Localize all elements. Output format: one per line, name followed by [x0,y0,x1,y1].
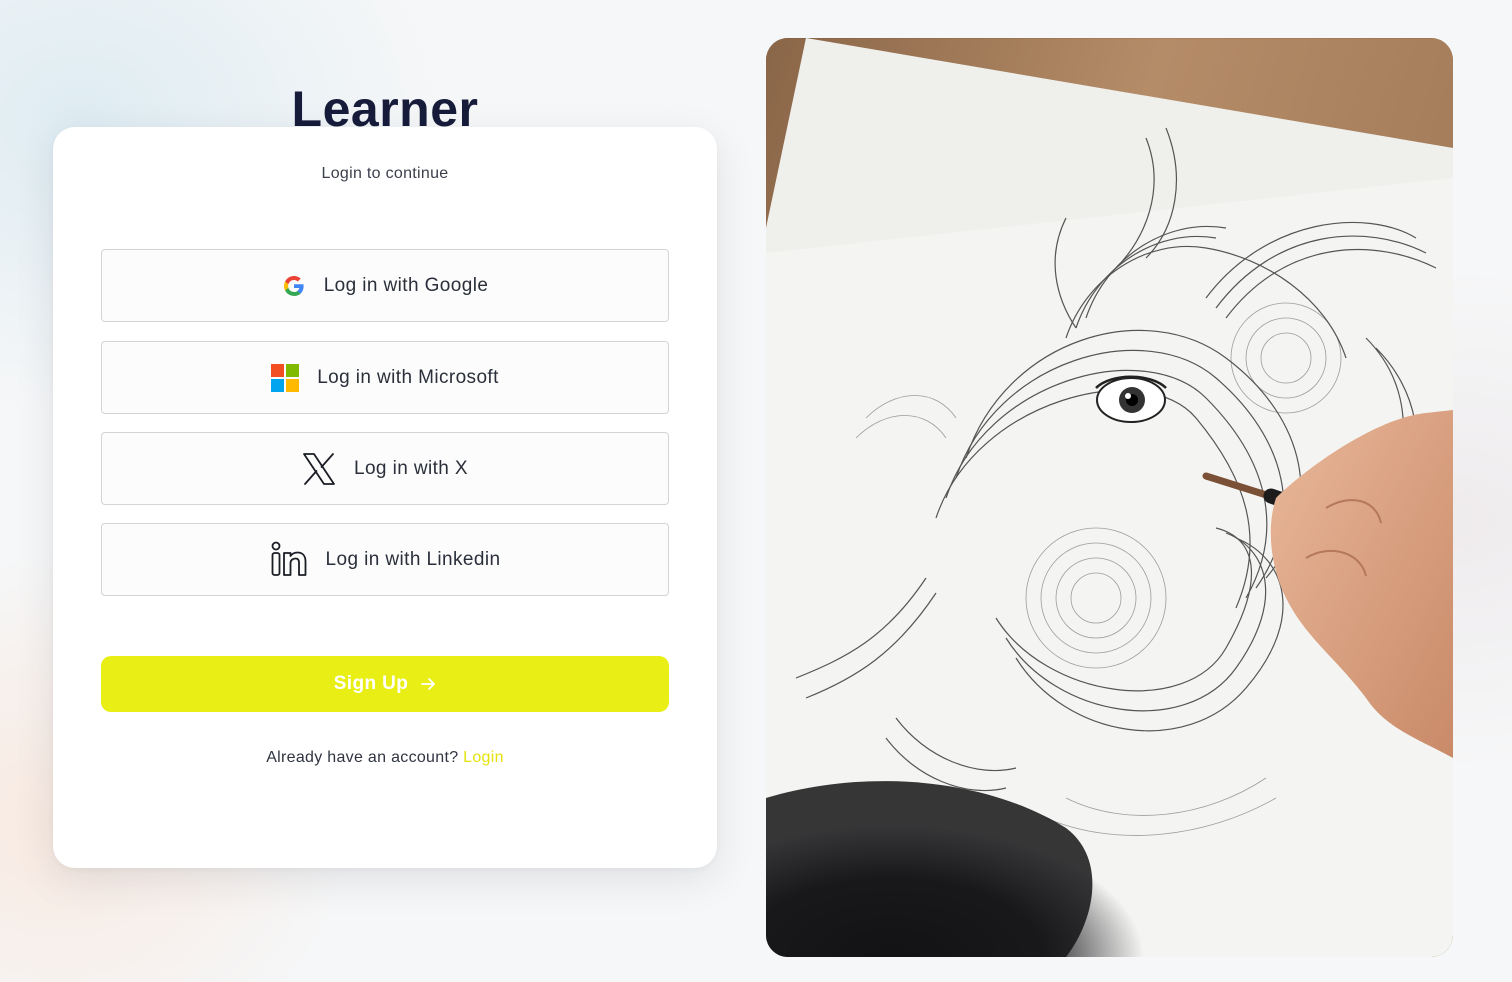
account-prompt-line: Already have an account? Login [53,749,717,767]
google-login-button[interactable]: Log in with Google [101,249,669,322]
x-login-button[interactable]: Log in with X [101,432,669,505]
linkedin-login-label: Log in with Linkedin [325,548,501,570]
microsoft-icon [271,363,300,392]
x-icon [302,452,336,486]
linkedin-icon [270,541,308,579]
login-link[interactable]: Login [463,749,504,766]
account-prompt-text: Already have an account? [266,749,459,766]
login-card: Login to continue Log in with Google Log… [53,127,717,868]
login-subtitle: Login to continue [321,165,449,182]
microsoft-login-label: Log in with Microsoft [317,366,499,388]
sign-up-button[interactable]: Sign Up [101,656,669,712]
google-login-label: Log in with Google [323,274,489,296]
hero-artwork-image [766,38,1453,957]
x-login-label: Log in with X [354,457,468,479]
linkedin-login-button[interactable]: Log in with Linkedin [101,523,669,596]
arrow-right-icon [420,676,436,692]
microsoft-login-button[interactable]: Log in with Microsoft [101,341,669,414]
sign-up-label: Sign Up [333,673,409,694]
google-icon [282,274,306,298]
